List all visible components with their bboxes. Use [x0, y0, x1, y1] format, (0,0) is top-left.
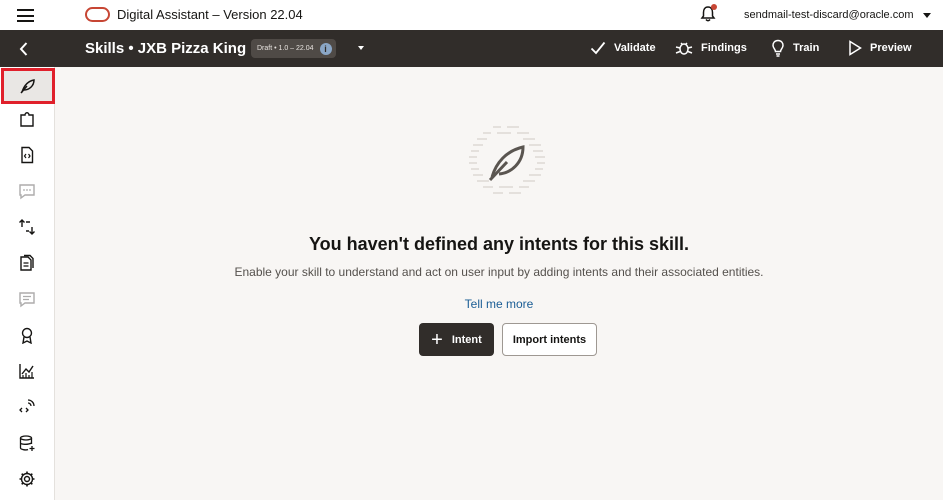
version-label: Draft • 1.0 – 22.04: [257, 45, 314, 52]
nav-entities[interactable]: [0, 101, 54, 137]
nav-intents[interactable]: [1, 68, 55, 104]
intents-empty-state: You haven't defined any intents for this…: [55, 67, 943, 500]
settings-gear-icon: [19, 471, 35, 487]
nav-resource-bundles[interactable]: [0, 173, 54, 209]
nav-documents[interactable]: [0, 245, 54, 281]
data-database-icon: [19, 435, 35, 451]
nav-flows[interactable]: [0, 137, 54, 173]
app-bar: Digital Assistant – Version 22.04 sendma…: [0, 0, 943, 30]
findings-button[interactable]: Findings: [675, 38, 747, 58]
import-intents-button[interactable]: Import intents: [502, 323, 597, 356]
empty-state-heading: You haven't defined any intents for this…: [308, 234, 689, 254]
app-title: Digital Assistant – Version 22.04: [117, 7, 303, 22]
nav-channels[interactable]: [0, 389, 54, 425]
entities-puzzle-icon: [20, 112, 34, 127]
page-title: Skills • JXB Pizza King: [85, 40, 247, 57]
notification-dot: [711, 4, 717, 10]
user-menu[interactable]: sendmail-test-discard@oracle.com: [744, 9, 914, 21]
train-button[interactable]: Train: [771, 38, 819, 58]
add-intent-label: Intent: [451, 333, 482, 346]
findings-label: Findings: [701, 42, 747, 54]
insights-chart-icon: [19, 364, 34, 379]
version-dropdown-icon[interactable]: [358, 46, 364, 50]
skill-header: Skills • JXB Pizza King Draft • 1.0 – 22…: [0, 30, 943, 67]
nav-translation[interactable]: [0, 209, 54, 245]
intents-feather-illustration: [469, 126, 545, 194]
validate-label: Validate: [614, 42, 656, 54]
nav-quality[interactable]: [0, 317, 54, 353]
chevron-down-icon[interactable]: [923, 13, 931, 18]
play-icon: [849, 40, 862, 56]
info-icon[interactable]: i: [319, 42, 332, 55]
flows-code-doc-icon: [21, 146, 34, 164]
check-icon: [590, 41, 606, 55]
nav-settings[interactable]: [0, 461, 54, 497]
empty-state-description: Enable your skill to understand and act …: [234, 265, 764, 279]
nav-conversations[interactable]: [0, 281, 54, 317]
lightbulb-icon: [772, 39, 784, 57]
preview-label: Preview: [870, 42, 912, 54]
quality-badge-icon: [21, 327, 33, 344]
bug-icon: [675, 42, 693, 55]
resource-bundles-chat-icon: [19, 184, 35, 200]
intents-feather-icon: [20, 79, 35, 94]
add-intent-button[interactable]: + Intent: [419, 323, 494, 356]
preview-button[interactable]: Preview: [848, 38, 912, 58]
oracle-logo: [85, 7, 110, 22]
train-label: Train: [793, 42, 820, 54]
nav-data[interactable]: [0, 425, 54, 461]
translation-swap-icon: [19, 219, 35, 235]
version-badge[interactable]: Draft • 1.0 – 22.04 i: [251, 39, 336, 58]
channels-wifi-code-icon: [19, 399, 35, 413]
conversations-chat-icon: [19, 292, 35, 308]
back-arrow-icon[interactable]: [14, 39, 34, 59]
skill-nav-rail: [0, 67, 55, 500]
nav-insights[interactable]: [0, 353, 54, 389]
plus-icon: +: [431, 328, 443, 351]
menu-icon[interactable]: [17, 9, 34, 22]
documents-icon: [20, 254, 34, 271]
validate-button[interactable]: Validate: [590, 38, 656, 58]
tell-me-more-link[interactable]: Tell me more: [55, 297, 943, 311]
